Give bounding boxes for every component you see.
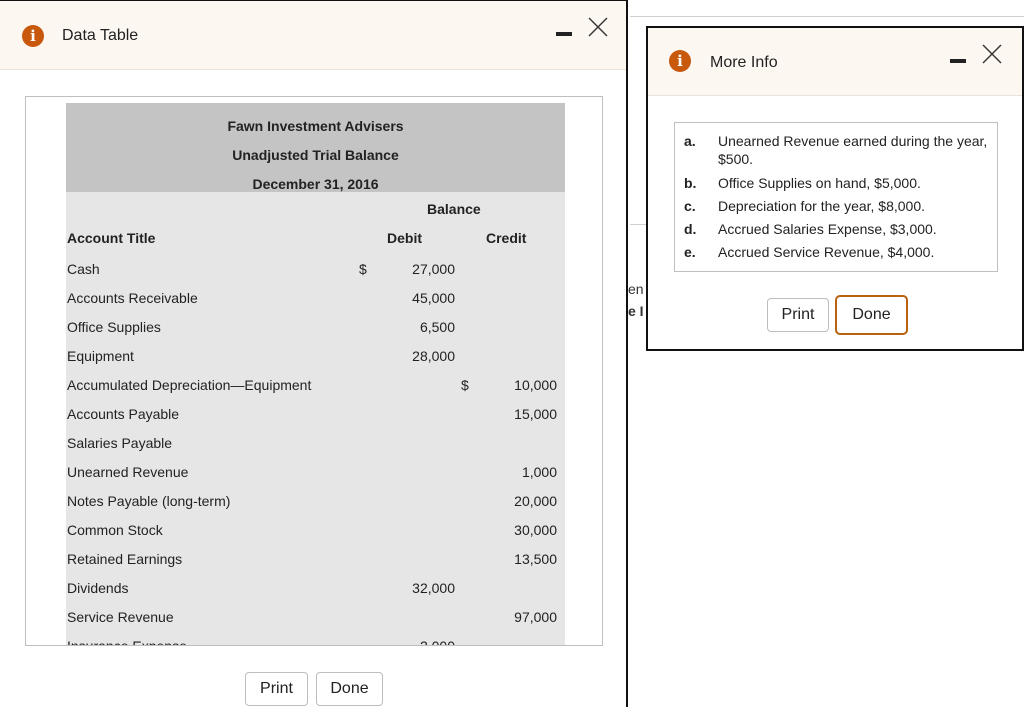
table-row: Retained Earnings 13,500 [67,551,557,567]
company-name: Fawn Investment Advisers [227,118,404,134]
close-icon [588,17,608,37]
column-header-account-title: Account Title [67,230,156,246]
table-row: Accounts Receivable 45,000 [67,290,455,306]
table-row: Common Stock 30,000 [67,522,557,538]
table-row: Salaries Payable [67,435,173,451]
column-header-credit: Credit [486,230,527,246]
minimize-button[interactable] [950,59,966,63]
table-row: Accumulated Depreciation—Equipment $ 10,… [67,377,557,393]
minimize-button[interactable] [556,32,572,36]
info-icon: i [669,50,691,72]
report-name: Unadjusted Trial Balance [232,147,399,163]
dialog-title: More Info [710,54,778,71]
close-button[interactable] [981,43,1003,65]
table-header-block: Fawn Investment Advisers Unadjusted Tria… [66,103,565,192]
table-row: Dividends 32,000 [67,580,455,596]
column-header-balance: Balance [427,201,481,217]
close-icon [982,44,1002,64]
info-icon: i [22,25,44,47]
print-button[interactable]: Print [767,298,829,332]
print-button[interactable]: Print [245,672,308,706]
table-row: Notes Payable (long-term) 20,000 [67,493,557,509]
done-button[interactable]: Done [835,295,908,335]
more-info-dialog: i More Info a. Unearned Revenue earned d… [646,26,1024,351]
table-row: Unearned Revenue 1,000 [67,464,557,480]
data-table-dialog: i Data Table Fawn Investment Advisers Un… [0,0,628,707]
data-table-titlebar: i Data Table [0,1,626,70]
background-divider [630,16,1024,17]
background-text-fragment: en e I [628,281,644,319]
more-info-titlebar: i More Info [648,28,1022,96]
close-button[interactable] [587,16,609,38]
table-row: Insurance Expense 2,000 [67,638,455,646]
more-info-list: a. Unearned Revenue earned during the ye… [674,122,998,272]
table-row: Service Revenue 97,000 [67,609,557,625]
table-row: Office Supplies 6,500 [67,319,455,335]
table-row: Accounts Payable 15,000 [67,406,557,422]
table-row: Equipment 28,000 [67,348,455,364]
trial-balance-table[interactable]: Fawn Investment Advisers Unadjusted Tria… [25,96,603,646]
column-header-debit: Debit [387,230,422,246]
table-row: Cash $ 27,000 [67,261,455,277]
report-date: December 31, 2016 [252,176,379,192]
dialog-title: Data Table [62,27,139,44]
done-button[interactable]: Done [316,672,383,706]
